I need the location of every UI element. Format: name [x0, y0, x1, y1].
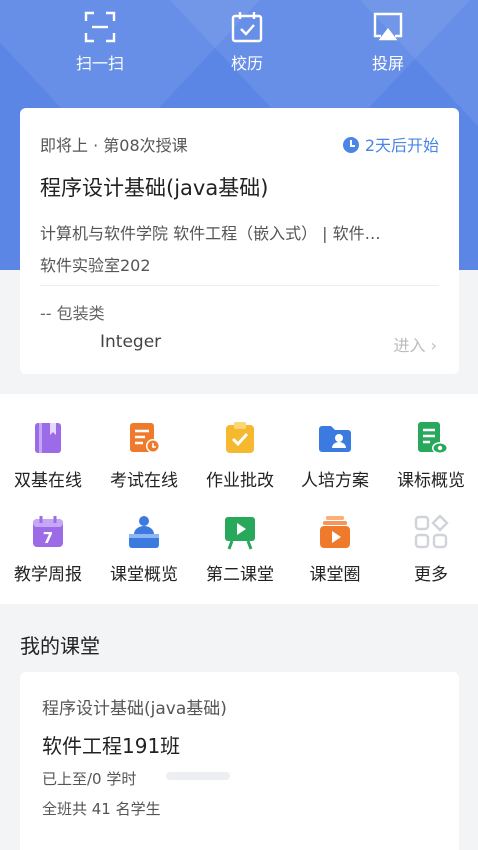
- video-stack-icon: [320, 516, 350, 548]
- clipboard-check-icon: [226, 422, 254, 453]
- app-item-second-classroom[interactable]: 第二课堂: [192, 514, 288, 585]
- class-card[interactable]: 程序设计基础(java基础) 软件工程191班 已上至/0 学时 全班共 41 …: [20, 672, 459, 850]
- app-label: 作业批改: [206, 471, 274, 491]
- board-play-icon: [225, 517, 255, 550]
- calendar-button[interactable]: 校历: [192, 10, 302, 74]
- app-grid: 双基在线 考试在线 作业批改 人培方案 课标概览 7 教学周报 课堂概览 第二课…: [0, 394, 478, 604]
- section-title: 我的课堂: [20, 634, 100, 658]
- exam-icon: [130, 423, 160, 453]
- starts-in-text: 2天后开始: [364, 136, 439, 155]
- app-label: 考试在线: [110, 471, 178, 491]
- scan-icon: [84, 11, 116, 43]
- app-label: 课堂圈: [309, 565, 361, 585]
- app-label: 更多: [414, 565, 448, 585]
- app-label: 课标概览: [397, 471, 465, 491]
- class-name: 软件工程191班: [42, 734, 181, 758]
- app-label: 第二课堂: [206, 565, 274, 585]
- podium-icon: [129, 516, 159, 548]
- doc-eye-icon: [418, 422, 448, 454]
- app-item-weekly-report[interactable]: 7 教学周报: [0, 514, 96, 585]
- app-label: 双基在线: [14, 471, 82, 491]
- app-item-shuangji[interactable]: 双基在线: [0, 420, 96, 491]
- top-toolbar: 扫一扫 校历 投屏: [0, 10, 478, 90]
- folder-user-icon: [319, 426, 351, 452]
- department-info: 计算机与软件学院 软件工程（嵌入式） | 软件…: [40, 224, 381, 243]
- app-label: 人培方案: [301, 471, 369, 491]
- app-item-curriculum[interactable]: 课标概览: [383, 420, 478, 491]
- knowledge-point: -- 包装类: [40, 304, 105, 323]
- app-item-more[interactable]: 更多: [383, 514, 478, 585]
- app-item-classroom-overview[interactable]: 课堂概览: [96, 514, 192, 585]
- sub-topic: Integer: [100, 332, 162, 352]
- cast-label: 投屏: [371, 54, 404, 73]
- app-item-training-plan[interactable]: 人培方案: [287, 420, 383, 491]
- classroom: 软件实验室202: [40, 256, 151, 275]
- app-item-classroom-circle[interactable]: 课堂圈: [287, 514, 383, 585]
- app-label: 课堂概览: [110, 565, 178, 585]
- app-item-homework[interactable]: 作业批改: [192, 420, 288, 491]
- student-count: 全班共 41 名学生: [42, 800, 161, 818]
- calendar-label: 校历: [230, 54, 263, 73]
- class-course: 程序设计基础(java基础): [42, 699, 227, 719]
- calendar-7-icon: 7: [33, 516, 63, 547]
- scan-button[interactable]: 扫一扫: [45, 10, 155, 74]
- calendar-icon: [231, 12, 263, 43]
- svg-text:7: 7: [43, 529, 53, 547]
- lesson-status: 即将上 · 第08次授课: [40, 136, 188, 155]
- cast-icon: [373, 12, 403, 41]
- cast-button[interactable]: 投屏: [333, 10, 443, 74]
- clock-icon: [342, 137, 359, 153]
- upcoming-lesson-card[interactable]: 即将上 · 第08次授课 2天后开始 程序设计基础(java基础) 计算机与软件…: [20, 108, 459, 374]
- app-label: 教学周报: [14, 565, 82, 585]
- progress-text: 已上至/0 学时: [42, 770, 137, 788]
- grid-more-icon: [414, 514, 449, 549]
- progress-bar: [166, 772, 230, 780]
- start-countdown: 2天后开始: [342, 132, 439, 156]
- book-icon: [35, 423, 61, 453]
- enter-button[interactable]: 进入 ›: [394, 332, 438, 356]
- course-title: 程序设计基础(java基础): [40, 176, 269, 200]
- scan-label: 扫一扫: [75, 54, 124, 73]
- divider: [40, 285, 439, 286]
- app-item-exam[interactable]: 考试在线: [96, 420, 192, 491]
